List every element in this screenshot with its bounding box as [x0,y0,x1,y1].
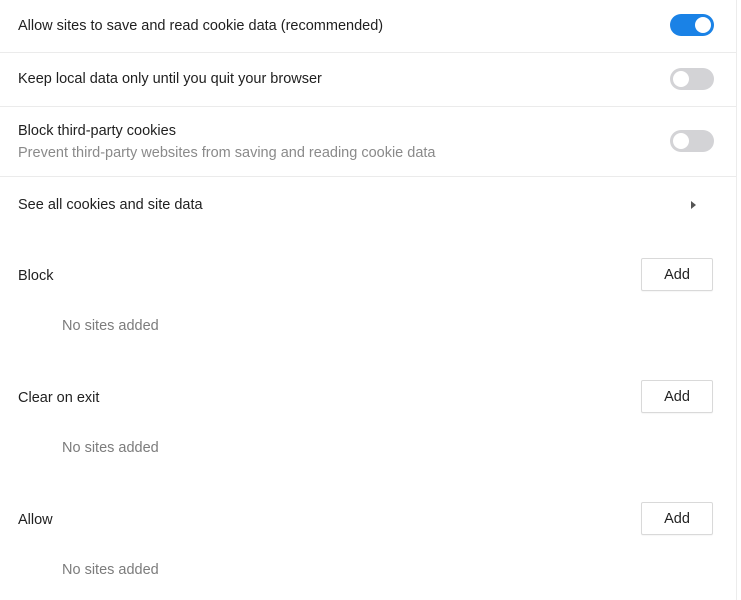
allow-section-title: Allow [18,512,53,528]
toggle-knob [695,17,711,33]
clear-on-exit-add-button[interactable]: Add [641,380,713,413]
toggle-knob [673,133,689,149]
chevron-right-icon [691,201,696,209]
see-all-cookies-link[interactable]: See all cookies and site data [0,177,736,233]
see-all-cookies-label: See all cookies and site data [18,197,203,213]
allow-cookies-toggle[interactable] [670,14,714,36]
block-add-button[interactable]: Add [641,258,713,291]
allow-cookies-label: Allow sites to save and read cookie data… [18,18,384,34]
toggle-knob [673,71,689,87]
block-empty-text: No sites added [62,318,159,334]
setting-allow-cookies: Allow sites to save and read cookie data… [0,0,736,52]
keep-local-label: Keep local data only until you quit your… [18,71,322,87]
block-section-title: Block [18,268,54,284]
block-third-party-toggle[interactable] [670,130,714,152]
keep-local-toggle[interactable] [670,68,714,90]
clear-on-exit-section-title: Clear on exit [18,390,100,406]
clear-on-exit-empty-text: No sites added [62,440,159,456]
setting-keep-local: Keep local data only until you quit your… [0,53,736,106]
allow-add-button[interactable]: Add [641,502,713,535]
block-third-party-description: Prevent third-party websites from saving… [18,145,436,161]
block-third-party-label: Block third-party cookies [18,123,176,139]
allow-empty-text: No sites added [62,562,159,578]
panel-edge [736,0,737,600]
setting-block-third-party: Block third-party cookies Prevent third-… [0,107,736,176]
